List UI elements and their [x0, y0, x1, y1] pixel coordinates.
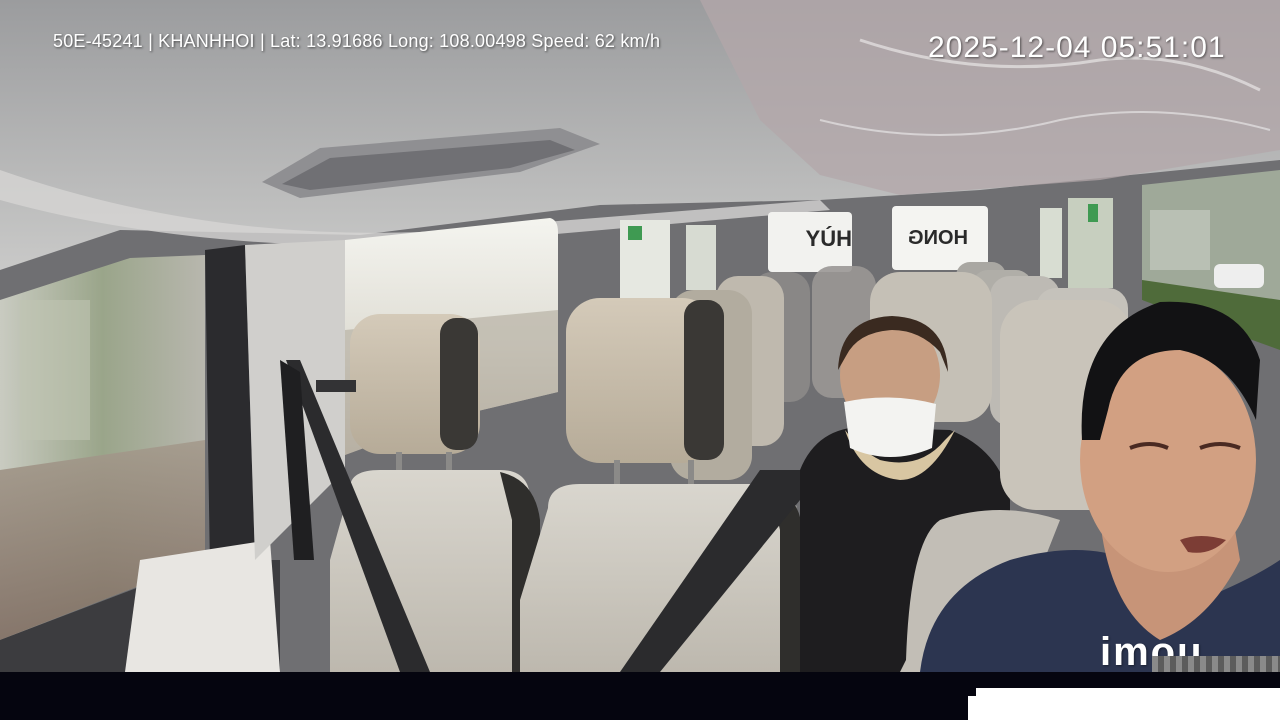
car-outside	[1214, 264, 1264, 288]
seat-left	[330, 470, 530, 672]
dashcam-frame: HÙY HONG 50E-45241 | KHANHHOI | Lat: 13.…	[0, 0, 1280, 720]
svg-text:HONG: HONG	[908, 227, 968, 249]
van-interior-scene: HÙY HONG	[0, 0, 1280, 672]
osd-timestamp: 2025-12-04 05:51:01	[928, 31, 1226, 64]
bottom-white-panel	[976, 688, 1280, 720]
svg-text:HÙY: HÙY	[805, 226, 852, 251]
rear-side-window	[620, 220, 670, 298]
bottom-panel-edge	[968, 696, 976, 720]
face-mask	[844, 397, 936, 457]
pixelated-region	[1152, 656, 1280, 672]
osd-vehicle-info: 50E-45241 | KHANHHOI | Lat: 13.91686 Lon…	[53, 31, 661, 51]
